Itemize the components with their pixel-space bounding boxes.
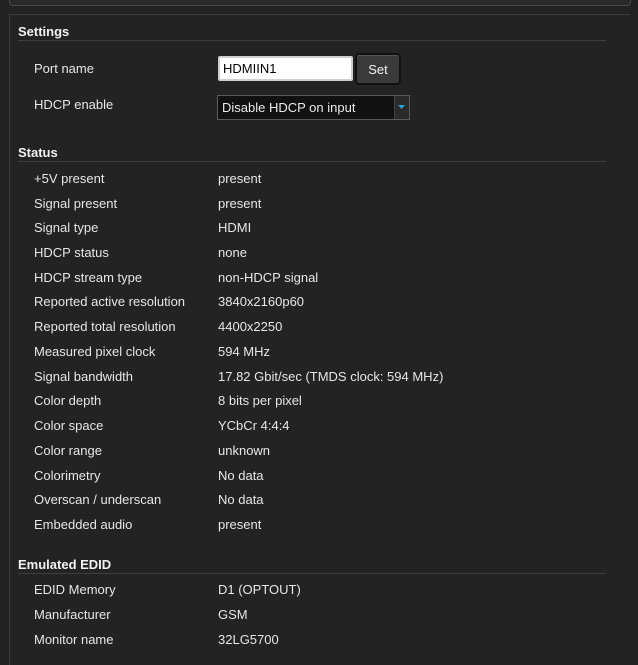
- port-name-label: Port name: [34, 61, 94, 76]
- status-value-color-range: unknown: [218, 443, 271, 458]
- status-value-signal-bandwidth: 17.82 Gbit/sec (TMDS clock: 594 MHz): [218, 369, 444, 384]
- settings-section-title: Settings: [18, 24, 70, 39]
- status-value-signal-type: HDMI: [218, 220, 252, 235]
- status-value-color-depth: 8 bits per pixel: [218, 393, 302, 408]
- edid-value-monitor-name: 32LG5700: [218, 632, 279, 647]
- edid-label-memory: EDID Memory: [34, 582, 116, 597]
- status-value-signal-present: present: [218, 196, 262, 211]
- status-label-signal-type: Signal type: [34, 220, 99, 235]
- status-label-color-range: Color range: [34, 443, 102, 458]
- status-divider: [18, 161, 606, 162]
- status-value-5v-present: present: [218, 171, 262, 186]
- status-label-colorimetry: Colorimetry: [34, 468, 101, 483]
- status-value-pixel-clock: 594 MHz: [218, 344, 271, 359]
- status-label-total-resolution: Reported total resolution: [34, 319, 176, 334]
- status-value-colorimetry: No data: [218, 468, 264, 483]
- hdcp-enable-label: HDCP enable: [34, 97, 114, 112]
- status-value-embedded-audio: present: [218, 517, 262, 532]
- edid-label-manufacturer: Manufacturer: [34, 607, 111, 622]
- status-label-signal-bandwidth: Signal bandwidth: [34, 369, 134, 384]
- status-value-active-resolution: 3840x2160p60: [218, 294, 305, 309]
- status-label-color-depth: Color depth: [34, 393, 102, 408]
- edid-value-memory: D1 (OPTOUT): [218, 582, 301, 597]
- status-label-active-resolution: Reported active resolution: [34, 294, 186, 309]
- status-label-hdcp-status: HDCP status: [34, 245, 109, 260]
- status-value-hdcp-status: none: [218, 245, 247, 260]
- status-value-total-resolution: 4400x2250: [218, 319, 283, 334]
- status-section-title: Status: [18, 145, 58, 160]
- set-button[interactable]: Set: [355, 53, 401, 85]
- hdcp-enable-selected-value: Disable HDCP on input: [222, 100, 356, 115]
- port-properties-panel: Settings Port name Set HDCP enable Disab…: [9, 14, 630, 665]
- hdcp-enable-select[interactable]: Disable HDCP on input: [217, 95, 410, 120]
- status-value-overscan: No data: [218, 492, 264, 507]
- edid-value-manufacturer: GSM: [218, 607, 248, 622]
- status-label-color-space: Color space: [34, 418, 104, 433]
- settings-divider: [18, 40, 606, 41]
- emulated-edid-divider: [18, 573, 606, 574]
- dropdown-arrow-icon[interactable]: [394, 96, 409, 119]
- status-label-signal-present: Signal present: [34, 196, 118, 211]
- status-label-hdcp-stream-type: HDCP stream type: [34, 270, 143, 285]
- emulated-edid-section-title: Emulated EDID: [18, 557, 112, 572]
- edid-label-monitor-name: Monitor name: [34, 632, 114, 647]
- status-label-overscan: Overscan / underscan: [34, 492, 162, 507]
- status-label-embedded-audio: Embedded audio: [34, 517, 133, 532]
- port-name-input[interactable]: [218, 56, 353, 81]
- top-panel-edge: [9, 0, 631, 6]
- status-value-color-space: YCbCr 4:4:4: [218, 418, 290, 433]
- status-value-hdcp-stream-type: non-HDCP signal: [218, 270, 319, 285]
- status-label-5v-present: +5V present: [34, 171, 105, 186]
- status-label-pixel-clock: Measured pixel clock: [34, 344, 156, 359]
